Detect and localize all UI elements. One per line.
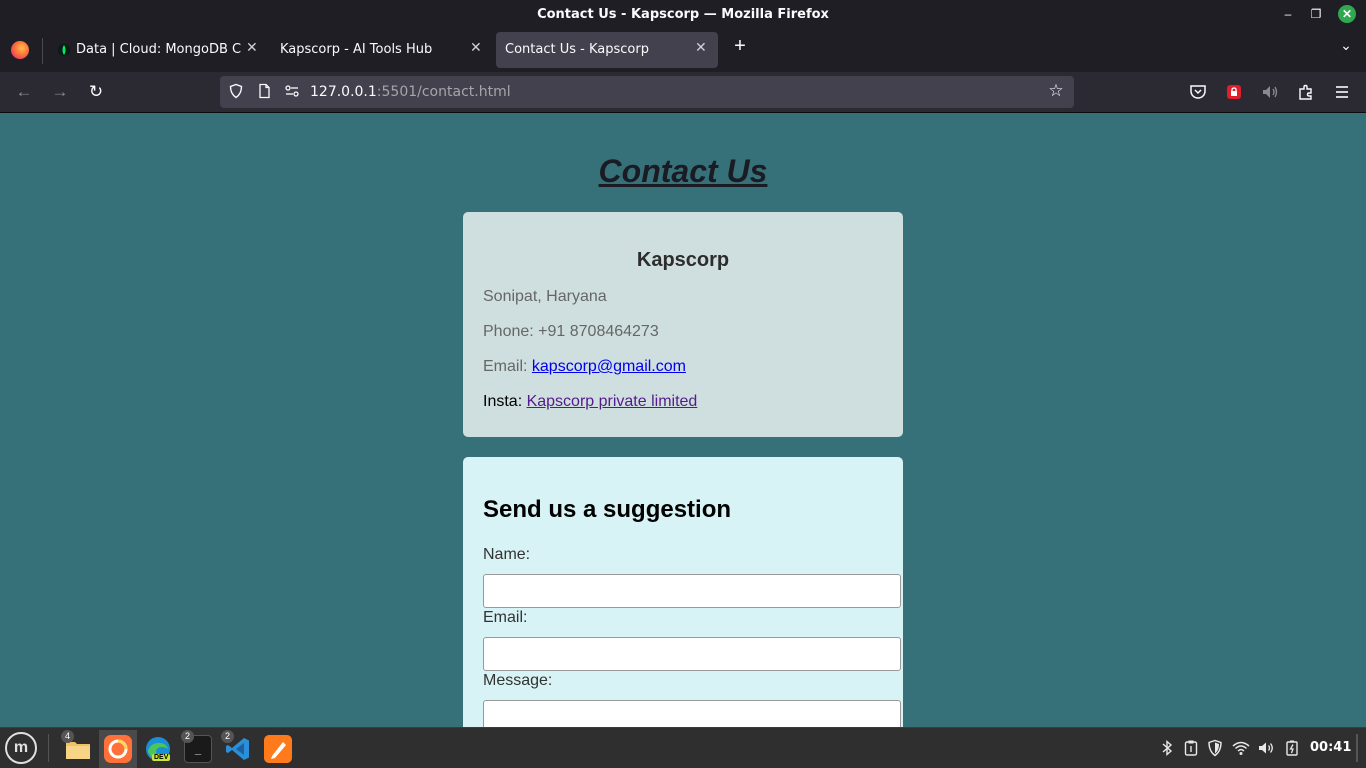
list-all-tabs-chevron-icon[interactable]: ⌄: [1336, 37, 1356, 57]
window-titlebar: Contact Us - Kapscorp — Mozilla Firefox …: [0, 0, 1366, 28]
suggestion-form-card: Send us a suggestion Name: Email: Messag…: [463, 457, 903, 727]
os-taskbar: m 4 DEV _ 2 2 00:41: [0, 727, 1366, 768]
maximize-button[interactable]: ❐: [1307, 5, 1325, 23]
site-permissions-icon[interactable]: [284, 83, 300, 99]
insta-label: Insta:: [483, 393, 527, 410]
pocket-icon[interactable]: [1188, 82, 1208, 102]
name-label: Name:: [483, 546, 531, 563]
extensions-puzzle-icon[interactable]: [1296, 82, 1316, 102]
name-input[interactable]: [483, 574, 901, 608]
company-info-card: Kapscorp Sonipat, Haryana Phone: +91 870…: [463, 212, 903, 437]
clock[interactable]: 00:41: [1310, 740, 1351, 755]
page-title: Contact Us: [598, 153, 768, 189]
taskbar-firefox-app[interactable]: [99, 730, 137, 768]
new-tab-button[interactable]: +: [729, 35, 751, 57]
close-window-button[interactable]: ✕: [1338, 5, 1356, 23]
battery-charging-icon[interactable]: [1284, 739, 1302, 757]
company-name: Kapscorp: [636, 249, 730, 271]
speaker-mute-icon[interactable]: [1260, 82, 1280, 102]
window-count-badge: 2: [221, 730, 234, 743]
email-label: Email:: [483, 609, 528, 626]
taskbar-edge-dev-app[interactable]: DEV: [139, 730, 177, 768]
message-label: Message:: [483, 672, 553, 689]
taskbar-files-app[interactable]: 4: [59, 730, 97, 768]
tab-ai-tools-hub[interactable]: Kapscorp - AI Tools Hub ✕: [270, 32, 492, 68]
message-textarea[interactable]: [483, 700, 901, 727]
close-tab-icon[interactable]: ✕: [695, 40, 707, 56]
tab-contact-us[interactable]: Contact Us - Kapscorp ✕: [496, 32, 718, 68]
linux-mint-menu-button[interactable]: m: [5, 732, 37, 764]
tab-label: Kapscorp - AI Tools Hub: [280, 42, 433, 57]
page-viewport: Contact Us Kapscorp Sonipat, Haryana Pho…: [0, 113, 1366, 727]
show-desktop-button[interactable]: [1356, 734, 1358, 762]
close-tab-icon[interactable]: ✕: [246, 40, 258, 56]
url-text[interactable]: 127.0.0.1:5501/contact.html: [310, 84, 511, 100]
email-link[interactable]: kapscorp@gmail.com: [532, 358, 686, 375]
tab-label: Data | Cloud: MongoDB Clo: [76, 42, 242, 57]
hamburger-menu-icon[interactable]: [1332, 82, 1352, 102]
insta-link[interactable]: Kapscorp private limited: [527, 393, 698, 410]
email-input[interactable]: [483, 637, 901, 671]
firefox-icon: [104, 735, 132, 763]
email-line: Email: kapscorp@gmail.com: [483, 358, 686, 376]
tab-label: Contact Us - Kapscorp: [505, 42, 649, 57]
taskbar-vscode-app[interactable]: 2: [219, 730, 257, 768]
email-label: Email:: [483, 358, 532, 375]
bluetooth-icon[interactable]: [1158, 739, 1176, 757]
forward-button[interactable]: →: [48, 81, 72, 103]
tab-separator: [42, 38, 43, 64]
address-text: Sonipat, Haryana: [483, 288, 607, 305]
mongodb-leaf-icon: [58, 44, 70, 56]
security-shield-icon[interactable]: [1206, 739, 1224, 757]
wifi-icon[interactable]: [1232, 739, 1250, 757]
phone-text: Phone: +91 8708464273: [483, 323, 659, 340]
reload-button[interactable]: ↻: [84, 81, 108, 103]
url-host: 127.0.0.1: [310, 84, 377, 100]
dev-channel-tag: DEV: [152, 754, 171, 761]
form-heading: Send us a suggestion: [483, 496, 732, 523]
url-path: :5501/contact.html: [376, 84, 511, 100]
taskbar-separator: [48, 734, 49, 762]
window-count-badge: 2: [181, 730, 194, 743]
back-button[interactable]: ←: [12, 81, 36, 103]
tracking-protection-shield-icon[interactable]: [228, 83, 244, 99]
bookmark-star-icon[interactable]: ☆: [1048, 82, 1064, 99]
volume-icon[interactable]: [1257, 739, 1275, 757]
window-title: Contact Us - Kapscorp — Mozilla Firefox: [537, 7, 829, 22]
privacy-lock-extension-icon[interactable]: [1224, 82, 1244, 102]
window-count-badge: 4: [61, 730, 74, 743]
url-bar[interactable]: 127.0.0.1:5501/contact.html ☆: [220, 76, 1074, 108]
insta-line: Insta: Kapscorp private limited: [483, 393, 697, 411]
page-info-icon[interactable]: [256, 83, 272, 99]
firefox-view-icon[interactable]: [11, 41, 29, 59]
taskbar-terminal-app[interactable]: _ 2: [179, 730, 217, 768]
navigation-toolbar: ← → ↻ 127.0.0.1:5501/contact.html ☆: [0, 72, 1366, 113]
close-tab-icon[interactable]: ✕: [470, 40, 482, 56]
minimize-button[interactable]: –: [1279, 5, 1297, 23]
clipboard-icon[interactable]: [1182, 739, 1200, 757]
tab-mongodb[interactable]: Data | Cloud: MongoDB Clo ✕: [50, 32, 265, 68]
taskbar-sublime-app[interactable]: [259, 730, 297, 768]
pen-editor-icon: [264, 735, 292, 763]
tab-strip: Data | Cloud: MongoDB Clo ✕ Kapscorp - A…: [0, 28, 1366, 72]
